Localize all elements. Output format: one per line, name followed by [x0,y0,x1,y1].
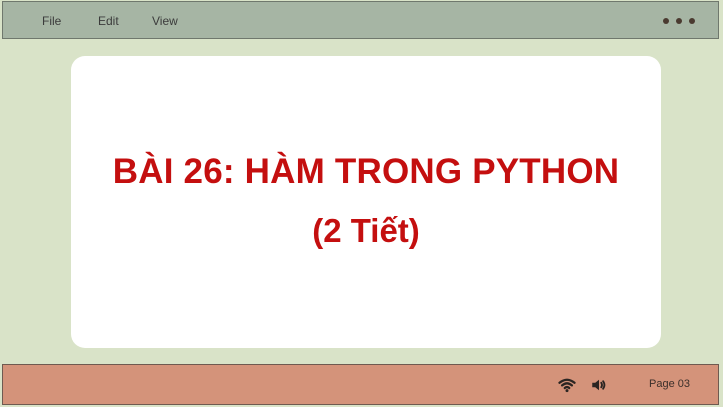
speaker-icon[interactable] [590,376,608,394]
page-number: Page 03 [649,378,690,390]
menu-edit[interactable]: Edit [98,14,119,28]
wifi-icon[interactable] [558,376,576,394]
presentation-window: File Edit View BÀI 26: HÀM TRONG PYTHON … [0,0,723,407]
dot-2 [676,18,682,24]
slide-title: BÀI 26: HÀM TRONG PYTHON [112,152,620,191]
slide-subtitle: (2 Tiết) [312,212,420,249]
slide-card: BÀI 26: HÀM TRONG PYTHON (2 Tiết) [71,56,661,348]
dot-1 [663,18,669,24]
menu-bar: File Edit View [2,1,719,39]
menu-view[interactable]: View [152,14,178,28]
menu-file[interactable]: File [42,14,61,28]
dot-3 [689,18,695,24]
status-bar: Page 03 [2,364,719,405]
more-dots-icon[interactable] [663,18,695,24]
